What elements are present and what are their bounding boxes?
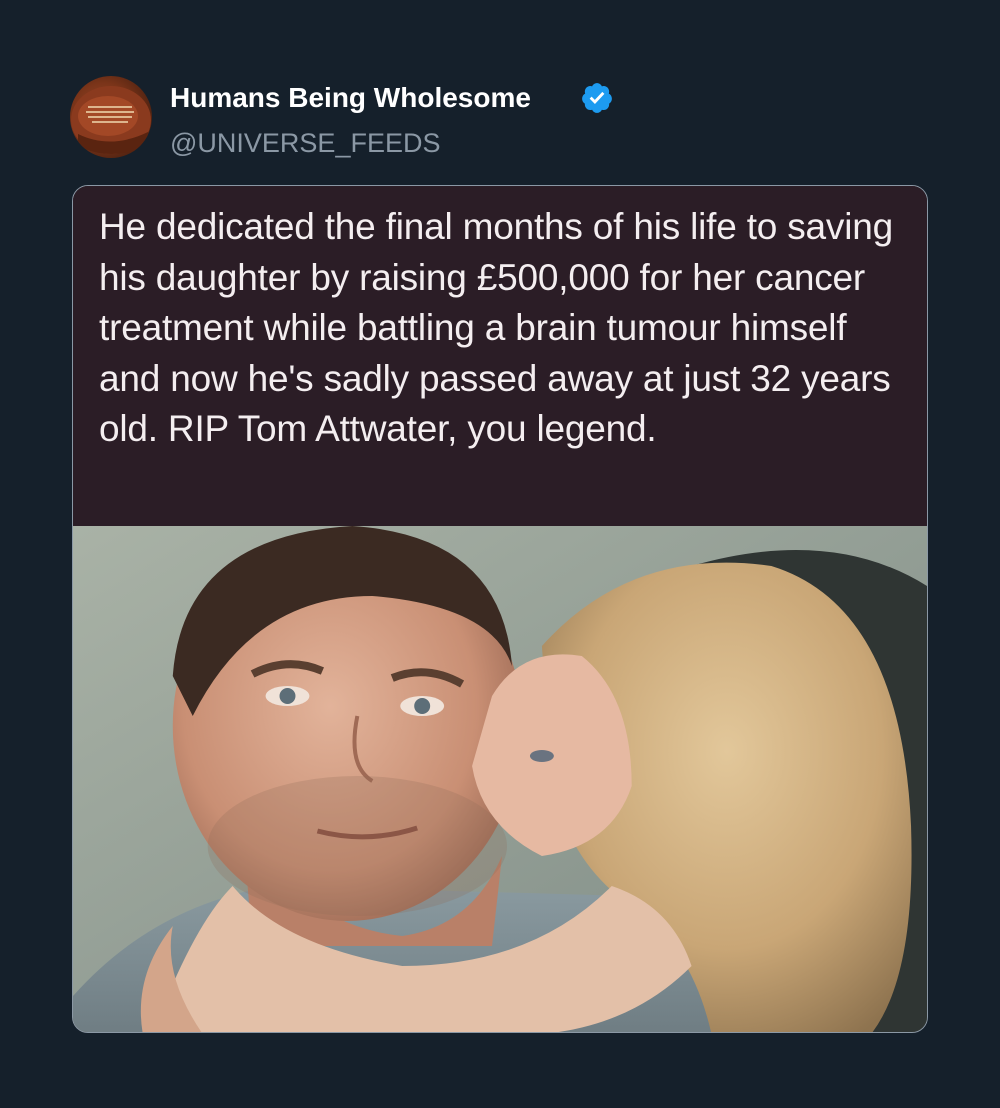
handle[interactable]: @UNIVERSE_FEEDS xyxy=(170,127,440,159)
caption-text: He dedicated the final months of his lif… xyxy=(99,206,893,449)
verified-badge-icon xyxy=(582,83,612,113)
tweet: Humans Being Wholesome @UNIVERSE_FEEDS H… xyxy=(0,0,1000,1108)
display-name[interactable]: Humans Being Wholesome xyxy=(170,82,531,114)
photo-father-daughter-icon xyxy=(73,526,927,1032)
avatar[interactable] xyxy=(70,76,152,158)
caption-box: He dedicated the final months of his lif… xyxy=(73,186,927,526)
tweet-media[interactable]: He dedicated the final months of his lif… xyxy=(72,185,928,1033)
red-cap-avatar-icon xyxy=(71,86,151,154)
